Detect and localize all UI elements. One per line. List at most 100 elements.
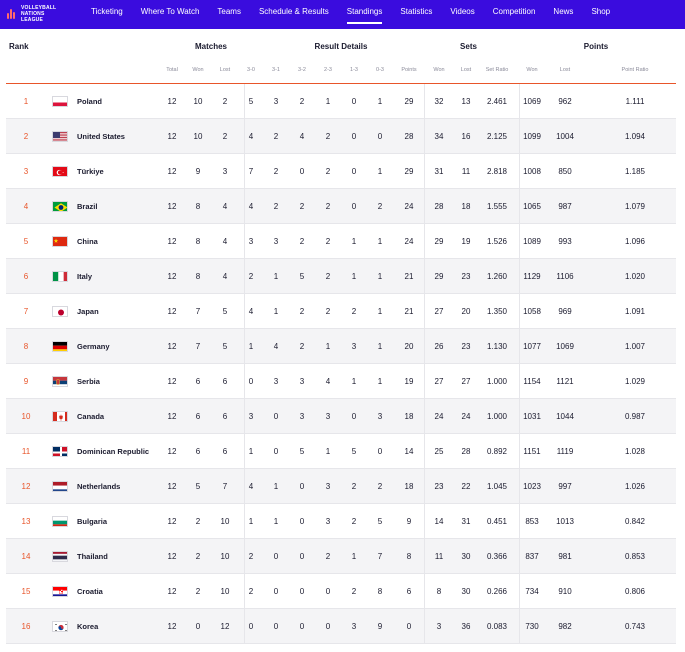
rank-cell: 6 (23, 271, 29, 281)
table-row[interactable]: 13 Bulgaria 12 2 10 1 1 0 3 2 5 9 14 31 0.451 853 1013 0.… (6, 504, 676, 539)
usa-flag-icon (52, 131, 68, 142)
nav-item-teams[interactable]: Teams (208, 0, 250, 29)
stat-0-3: 1 (377, 236, 383, 246)
stat-point-ratio: 0.806 (624, 586, 646, 596)
stat-points: 28 (404, 131, 414, 141)
team-name[interactable]: Korea (77, 609, 167, 643)
stat-won: 1077 (523, 341, 541, 351)
nav-item-schedule-results[interactable]: Schedule & Results (250, 0, 338, 29)
table-row[interactable]: 4 Brazil 12 8 4 4 2 2 2 0 2 24 28 18 1.555 1065 987 1.079 (6, 189, 676, 224)
stat-lost: 993 (558, 236, 572, 246)
stat-points: 21 (404, 271, 414, 281)
subheader-0-3: 0-3 (376, 66, 384, 73)
bulgaria-flag-icon (52, 516, 68, 527)
team-name[interactable]: Bulgaria (77, 504, 167, 538)
stat-0-3: 1 (377, 341, 383, 351)
column-divider (519, 84, 520, 644)
stat-won: 1129 (523, 271, 541, 281)
stat-3-0: 2 (248, 551, 254, 561)
stat-lost: 36 (461, 621, 471, 631)
stat-won: 8 (195, 236, 201, 246)
table-row[interactable]: 12 Netherlands 12 5 7 4 1 0 3 2 2 18 23 22 1.045 1023 99… (6, 469, 676, 504)
team-name[interactable]: Japan (77, 294, 167, 328)
team-name[interactable]: Brazil (77, 189, 167, 223)
china-flag-icon (52, 236, 68, 247)
team-name[interactable]: Canada (77, 399, 167, 433)
table-row[interactable]: 10 Canada 12 6 6 3 0 3 3 0 3 18 24 24 1.000 1031 1044 0.9… (6, 399, 676, 434)
stat-point-ratio: 0.743 (624, 621, 646, 631)
table-row[interactable]: 14 Thailand 12 2 10 2 0 0 2 1 7 8 11 30 0.366 837 981 0.8… (6, 539, 676, 574)
table-row[interactable]: 9 Serbia 12 6 6 0 3 3 4 1 1 19 27 27 1.000 1154 1121 1.02… (6, 364, 676, 399)
team-name[interactable]: Dominican Republic (77, 434, 167, 468)
stat-lost: 12 (220, 621, 230, 631)
nav-item-videos[interactable]: Videos (441, 0, 483, 29)
team-name[interactable]: Croatia (77, 574, 167, 608)
dominican-flag-icon (52, 446, 68, 457)
stat-3-2: 2 (299, 96, 305, 106)
team-name[interactable]: Netherlands (77, 469, 167, 503)
stat-lost: 30 (461, 586, 471, 596)
nav-item-where-to-watch[interactable]: Where To Watch (132, 0, 209, 29)
stat-won: 23 (434, 481, 444, 491)
stat-point-ratio: 1.026 (624, 481, 646, 491)
team-name[interactable]: Italy (77, 259, 167, 293)
stat-lost: 10 (220, 551, 230, 561)
stat-won: 1089 (523, 236, 541, 246)
stat-1-3: 0 (351, 166, 357, 176)
stat-1-3: 0 (351, 131, 357, 141)
nav-item-news[interactable]: News (544, 0, 582, 29)
stat-total: 12 (167, 446, 177, 456)
nav-item-standings[interactable]: Standings (338, 0, 392, 29)
stat-point-ratio: 1.020 (624, 271, 646, 281)
stat-won: 27 (434, 306, 444, 316)
table-row[interactable]: 7 Japan 12 7 5 4 1 2 2 2 1 21 27 20 1.350 1058 969 1.091 (6, 294, 676, 329)
stat-3-1: 2 (273, 166, 279, 176)
table-row[interactable]: 8 Germany 12 7 5 1 4 2 1 3 1 20 26 23 1.130 1077 1069 1.0… (6, 329, 676, 364)
table-row[interactable]: 3 Türkiye 12 9 3 7 2 0 2 0 1 29 31 11 2.818 1008 850 1.18… (6, 154, 676, 189)
stat-total: 12 (167, 411, 177, 421)
table-row[interactable]: 5 China 12 8 4 3 3 2 2 1 1 24 29 19 1.526 1089 993 1.096 (6, 224, 676, 259)
team-name[interactable]: Thailand (77, 539, 167, 573)
table-row[interactable]: 16 Korea 12 0 12 0 0 0 0 3 9 0 3 36 0.083 730 982 0.743 (6, 609, 676, 644)
team-name[interactable]: Serbia (77, 364, 167, 398)
table-row[interactable]: 15 Croatia 12 2 10 2 0 0 0 2 8 6 8 30 0.266 734 910 0.806 (6, 574, 676, 609)
team-name[interactable]: Türkiye (77, 154, 167, 188)
subheader-won: Won (192, 66, 204, 73)
rank-cell: 8 (23, 341, 29, 351)
table-row[interactable]: 1 Poland 12 10 2 5 3 2 1 0 1 29 32 13 2.461 1069 962 1.11… (6, 84, 676, 119)
stat-3-1: 1 (273, 271, 279, 281)
vnl-logo[interactable]: VOLLEYBALL NATIONS LEAGUE (6, 4, 68, 24)
stat-won: 1008 (523, 166, 541, 176)
stat-3-1: 0 (273, 411, 279, 421)
stat-set-ratio: 2.461 (486, 96, 508, 106)
team-name[interactable]: Germany (77, 329, 167, 363)
table-row[interactable]: 2 United States 12 10 2 4 2 4 2 0 0 28 34 16 2.125 1099… (6, 119, 676, 154)
stat-point-ratio: 1.111 (625, 96, 645, 106)
subheader-3-0: 3-0 (247, 66, 255, 73)
japan-flag-icon (52, 306, 68, 317)
stat-lost: 987 (558, 201, 572, 211)
stat-won: 1031 (523, 411, 541, 421)
stat-lost: 981 (558, 551, 572, 561)
nav-item-ticketing[interactable]: Ticketing (82, 0, 132, 29)
nav-item-statistics[interactable]: Statistics (391, 0, 441, 29)
stat-lost: 13 (461, 96, 471, 106)
stat-1-3: 1 (351, 271, 357, 281)
stat-3-1: 4 (273, 341, 279, 351)
stat-lost: 997 (558, 481, 572, 491)
stat-0-3: 1 (377, 271, 383, 281)
stat-won: 1069 (523, 96, 541, 106)
stat-won: 9 (195, 166, 201, 176)
subheader-1-3: 1-3 (350, 66, 358, 73)
team-name[interactable]: United States (77, 119, 167, 153)
table-row[interactable]: 6 Italy 12 8 4 2 1 5 2 1 1 21 29 23 1.260 1129 1106 1.020 (6, 259, 676, 294)
stat-3-2: 0 (299, 516, 305, 526)
table-row[interactable]: 11 Dominican Republic 12 6 6 1 0 5 1 5 0 14 25 28 0.89… (6, 434, 676, 469)
stat-won: 1065 (523, 201, 541, 211)
stat-3-0: 7 (248, 166, 254, 176)
top-nav-bar: VOLLEYBALL NATIONS LEAGUE Ticketing Where… (0, 0, 685, 29)
team-name[interactable]: China (77, 224, 167, 258)
nav-item-competition[interactable]: Competition (484, 0, 545, 29)
nav-item-shop[interactable]: Shop (582, 0, 619, 29)
team-name[interactable]: Poland (77, 84, 167, 118)
